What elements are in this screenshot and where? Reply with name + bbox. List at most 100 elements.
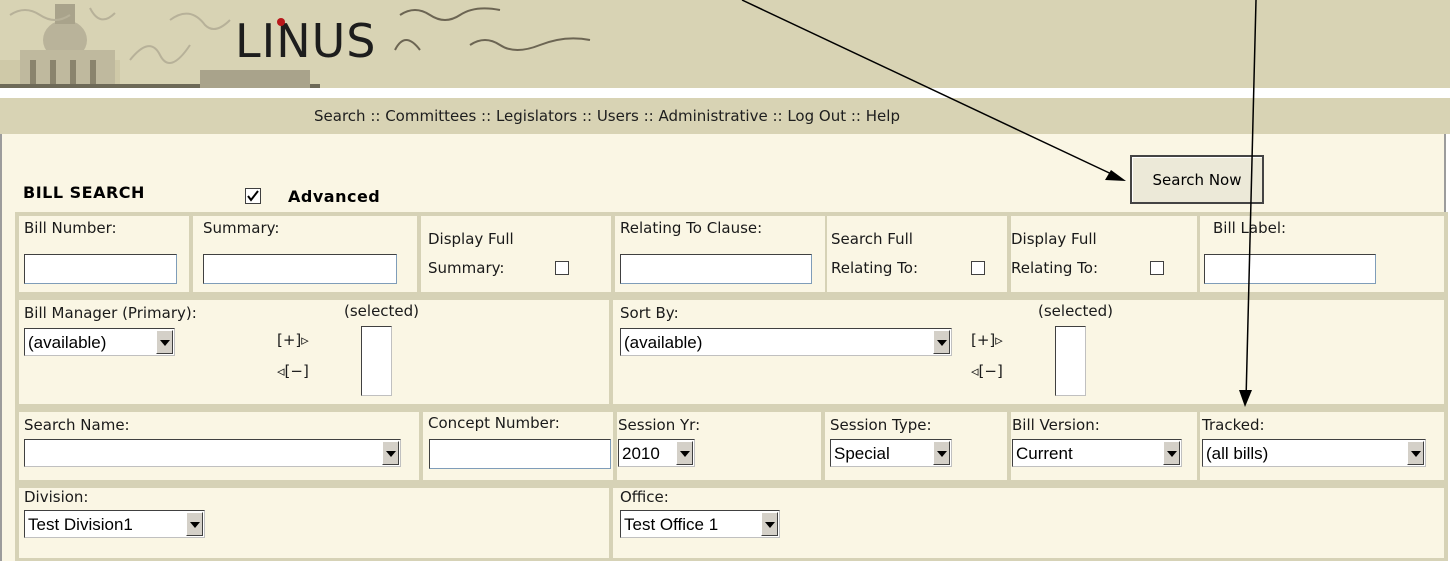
sort-by-label: Sort By:: [620, 304, 679, 322]
chevron-down-icon: [933, 330, 950, 354]
chevron-down-icon: [676, 441, 693, 465]
tracked-label: Tracked:: [1202, 416, 1265, 434]
division-label: Division:: [24, 488, 89, 506]
nav-users[interactable]: Users: [597, 107, 639, 125]
bill-manager-add-button[interactable]: [+]▹: [277, 331, 309, 349]
chevron-down-icon: [156, 330, 173, 354]
nav-committees[interactable]: Committees: [385, 107, 476, 125]
chevron-down-icon: [933, 441, 950, 465]
office-select[interactable]: Test Office 1: [620, 510, 780, 538]
bill-manager-select[interactable]: (available): [24, 328, 175, 356]
bill-manager-cell: Bill Manager (Primary): (available) [+]▹…: [19, 300, 609, 404]
nav-administrative[interactable]: Administrative: [659, 107, 768, 125]
logo-text: LINUS: [235, 14, 377, 68]
bill-label-label: Bill Label:: [1213, 219, 1287, 237]
session-type-select[interactable]: Special: [830, 439, 952, 467]
chevron-down-icon: [1163, 441, 1180, 465]
header-banner: LINUS: [0, 0, 1450, 88]
bill-manager-remove-button[interactable]: ◃[−]: [277, 362, 309, 380]
concept-number-label: Concept Number:: [428, 414, 560, 432]
bill-version-label: Bill Version:: [1012, 416, 1100, 434]
nav-help[interactable]: Help: [866, 107, 900, 125]
search-name-select[interactable]: [24, 439, 401, 467]
tracked-cell: Tracked: (all bills): [1200, 412, 1444, 480]
nav-legislators[interactable]: Legislators: [496, 107, 577, 125]
search-name-label: Search Name:: [24, 416, 130, 434]
bill-version-value: Current: [1016, 444, 1073, 463]
bill-version-select[interactable]: Current: [1012, 439, 1182, 467]
division-select[interactable]: Test Division1: [24, 510, 205, 538]
office-cell: Office: Test Office 1: [613, 488, 1444, 558]
chevron-down-icon: [382, 441, 399, 465]
display-full-relating-label-1: Display Full: [1011, 230, 1097, 248]
display-full-summary-checkbox[interactable]: [555, 261, 569, 275]
sort-by-value: (available): [624, 333, 703, 352]
nav-search[interactable]: Search: [314, 107, 366, 125]
bill-number-input[interactable]: [24, 254, 177, 284]
session-type-label: Session Type:: [830, 416, 932, 434]
concept-number-cell: Concept Number:: [423, 412, 613, 480]
bill-manager-label: Bill Manager (Primary):: [24, 304, 197, 322]
display-full-relating-cell: Display Full Relating To:: [1011, 216, 1197, 292]
sort-by-add-button[interactable]: [+]▹: [971, 331, 1003, 349]
relating-to-clause-cell: Relating To Clause:: [615, 216, 825, 292]
sort-by-selected-label: (selected): [1038, 302, 1114, 320]
search-full-relating-cell: Search Full Relating To:: [827, 216, 1007, 292]
display-full-relating-checkbox[interactable]: [1150, 261, 1164, 275]
summary-cell: Summary:: [193, 216, 417, 292]
relating-to-clause-label: Relating To Clause:: [620, 219, 763, 237]
relating-to-clause-input[interactable]: [620, 254, 812, 284]
display-full-summary-cell: Display Full Summary:: [421, 216, 611, 292]
session-yr-cell: Session Yr: 2010: [617, 412, 821, 480]
session-type-cell: Session Type: Special: [825, 412, 1007, 480]
bill-manager-selected-list[interactable]: [361, 326, 392, 396]
bill-number-cell: Bill Number:: [19, 216, 189, 292]
nav-links: Search :: Committees :: Legislators :: U…: [314, 107, 900, 125]
tracked-value: (all bills): [1206, 444, 1269, 463]
search-row-4: Division: Test Division1 Office: Test Of…: [15, 484, 1448, 561]
chevron-down-icon: [761, 512, 778, 536]
search-now-button[interactable]: Search Now: [1130, 155, 1264, 204]
search-row-2: Bill Manager (Primary): (available) [+]▹…: [15, 296, 1448, 408]
bill-manager-selected-label: (selected): [344, 302, 420, 320]
nav-separator: ::: [767, 107, 788, 125]
session-type-value: Special: [834, 444, 890, 463]
office-value: Test Office 1: [624, 515, 719, 534]
display-full-relating-label-2: Relating To:: [1011, 259, 1099, 277]
linus-logo: LINUS: [235, 14, 376, 68]
nav-separator: ::: [365, 107, 386, 125]
tracked-select[interactable]: (all bills): [1202, 439, 1426, 467]
session-yr-value: 2010: [622, 444, 660, 463]
bill-version-cell: Bill Version: Current: [1011, 412, 1197, 480]
session-yr-label: Session Yr:: [618, 416, 701, 434]
summary-input[interactable]: [203, 254, 397, 284]
display-full-summary-label-1: Display Full: [428, 230, 514, 248]
nav-separator: ::: [577, 107, 597, 125]
division-value: Test Division1: [28, 515, 133, 534]
sort-by-selected-list[interactable]: [1055, 326, 1086, 396]
division-cell: Division: Test Division1: [19, 488, 609, 558]
bill-number-label: Bill Number:: [24, 219, 117, 237]
sort-by-select[interactable]: (available): [620, 328, 952, 356]
search-row-1: Bill Number: Summary: Display Full Summa…: [15, 212, 1448, 296]
nav-log-out[interactable]: Log Out: [787, 107, 846, 125]
search-full-relating-checkbox[interactable]: [971, 261, 985, 275]
nav-separator: ::: [476, 107, 496, 125]
nav-separator: ::: [846, 107, 866, 125]
concept-number-input[interactable]: [429, 439, 611, 469]
chevron-down-icon: [186, 512, 203, 536]
advanced-label: Advanced: [288, 187, 381, 206]
bill-label-input[interactable]: [1204, 254, 1376, 284]
advanced-checkbox[interactable]: [245, 188, 261, 204]
page: LINUS Search :: Committees :: Legislator…: [0, 0, 1450, 561]
sort-by-cell: Sort By: (available) [+]▹ ◃[−] (selected…: [613, 300, 1444, 404]
chevron-down-icon: [1407, 441, 1424, 465]
sort-by-remove-button[interactable]: ◃[−]: [971, 362, 1003, 380]
search-full-relating-label-2: Relating To:: [831, 259, 919, 277]
search-full-relating-label-1: Search Full: [831, 230, 913, 248]
nav-bar: Search :: Committees :: Legislators :: U…: [0, 98, 1450, 134]
search-row-3: Search Name: Concept Number: Session Yr:…: [15, 408, 1448, 484]
page-title: BILL SEARCH: [23, 183, 145, 202]
session-yr-select[interactable]: 2010: [618, 439, 695, 467]
nav-separator: ::: [638, 107, 659, 125]
